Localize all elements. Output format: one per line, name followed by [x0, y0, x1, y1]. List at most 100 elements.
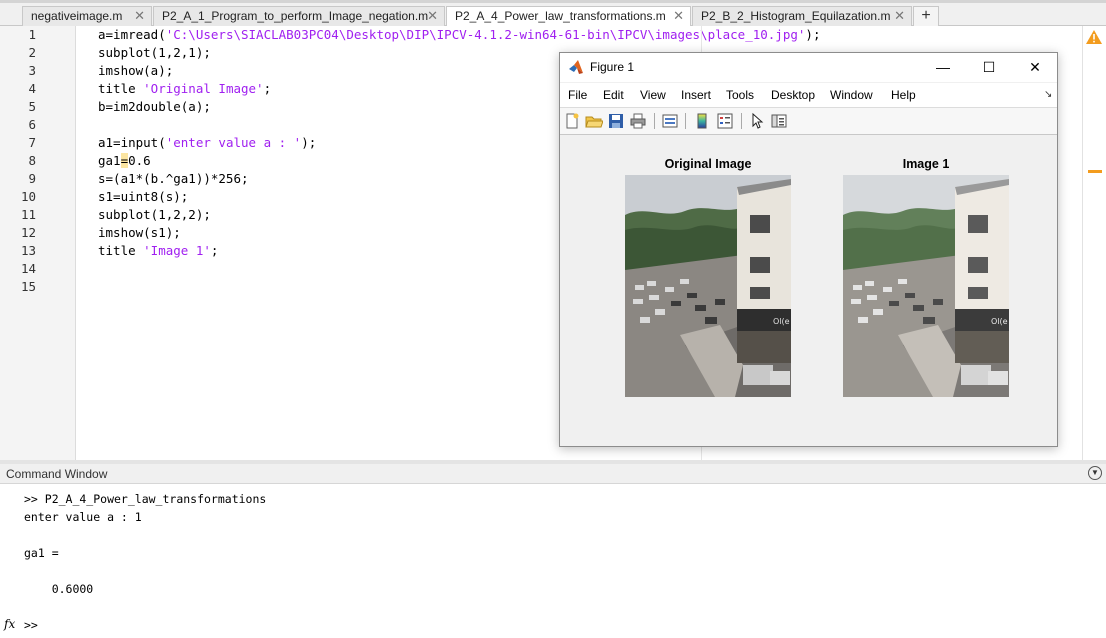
menu-edit[interactable]: Edit: [603, 88, 624, 102]
chevron-down-icon[interactable]: ▼: [1088, 466, 1102, 480]
code-text: a1=input(: [98, 135, 166, 150]
figure-title-bar[interactable]: Figure 1 — ☐ ✕: [560, 53, 1057, 82]
code-text: );: [301, 135, 317, 150]
minimize-button[interactable]: —: [920, 53, 966, 82]
line-number: 10: [20, 189, 36, 204]
code-text: subplot(1,2,1);: [98, 45, 211, 60]
figure-toolbar: [560, 107, 1057, 135]
command-window[interactable]: >> P2_A_4_Power_law_transformations ente…: [0, 484, 1106, 638]
photo-sign-text: Ol(e: [773, 317, 790, 326]
transformed-image[interactable]: Ol(e: [843, 175, 1009, 397]
line-number: 14: [20, 261, 36, 276]
line-number: 12: [20, 225, 36, 240]
link-plot-icon[interactable]: [661, 112, 679, 130]
axes-title-image-1: Image 1: [902, 157, 950, 171]
code-text: s1=uint8(s);: [98, 189, 189, 204]
command-prompt[interactable]: >>: [24, 618, 38, 632]
menu-view[interactable]: View: [640, 88, 666, 102]
function-browser-icon[interactable]: fx: [4, 617, 15, 631]
figure-window[interactable]: Figure 1 — ☐ ✕ File Edit View Insert Too…: [559, 52, 1058, 447]
line-number: 15: [20, 279, 36, 294]
code-text: subplot(1,2,2);: [98, 207, 211, 222]
tab-image-negation[interactable]: P2_A_1_Program_to_perform_Image_negation…: [153, 6, 445, 26]
toolbar-separator: [685, 113, 686, 129]
new-figure-icon[interactable]: [563, 112, 581, 130]
code-line: b=im2double(a);: [98, 99, 211, 114]
menu-tools[interactable]: Tools: [726, 88, 754, 102]
line-number: 8: [28, 153, 36, 168]
matlab-logo-icon: [569, 60, 583, 74]
colorbar-icon[interactable]: [693, 112, 711, 130]
command-window-title: Command Window: [6, 467, 108, 481]
tab-label: P2_B_2_Histogram_Equilazation.m: [701, 9, 891, 23]
line-number: 4: [28, 81, 36, 96]
street-photo-image: Ol(e: [625, 175, 791, 397]
menu-window[interactable]: Window: [830, 88, 873, 102]
cursor-highlight: =: [120, 153, 129, 168]
code-line: title 'Image 1';: [98, 243, 218, 258]
warning-icon[interactable]: [1086, 30, 1102, 44]
figure-menu-bar: File Edit View Insert Tools Desktop Wind…: [560, 83, 1057, 107]
tab-histogram-equalization[interactable]: P2_B_2_Histogram_Equilazation.m ✕: [692, 6, 912, 26]
code-string: 'Image 1': [143, 243, 211, 258]
code-text: title: [98, 81, 144, 96]
code-line: ga1=0.6: [98, 153, 151, 168]
add-tab-button[interactable]: +: [913, 6, 939, 26]
code-text: b=im2double(a);: [98, 99, 211, 114]
warning-marker[interactable]: [1088, 170, 1102, 173]
code-text: imshow(a);: [98, 63, 174, 78]
code-text: ;: [210, 243, 219, 258]
code-line: s=(a1*(b.^ga1))*256;: [98, 171, 249, 186]
code-line: imshow(a);: [98, 63, 173, 78]
command-output-line: >> P2_A_4_Power_law_transformations: [24, 492, 267, 506]
close-tab-icon[interactable]: ✕: [894, 7, 905, 25]
code-text: title: [98, 243, 144, 258]
close-button[interactable]: ✕: [1012, 53, 1058, 82]
close-tab-icon[interactable]: ✕: [673, 7, 684, 25]
command-output-line: ga1 =: [24, 546, 59, 560]
original-image[interactable]: Ol(e: [625, 175, 791, 397]
figure-title: Figure 1: [590, 60, 635, 74]
code-line: a=imread('C:\Users\SIACLAB03PC04\Desktop…: [98, 27, 820, 42]
command-output-line: 0.6000: [24, 582, 94, 596]
tab-power-law-transformations[interactable]: P2_A_4_Power_law_transformations.m ✕: [446, 6, 691, 27]
line-number-gutter: 1 2 3 4 5 6 7 8 9 10 11 12 13 14 15: [0, 26, 76, 460]
code-string: 'enter value a : ': [165, 135, 302, 150]
maximize-button[interactable]: ☐: [966, 53, 1012, 82]
code-string: 'C:\Users\SIACLAB03PC04\Desktop\DIP\IPCV…: [165, 27, 806, 42]
code-line: a1=input('enter value a : ');: [98, 135, 316, 150]
menu-desktop[interactable]: Desktop: [771, 88, 815, 102]
analyzer-strip[interactable]: [1082, 26, 1106, 460]
line-number: 1: [28, 27, 36, 42]
save-icon[interactable]: [607, 112, 625, 130]
legend-icon[interactable]: [716, 112, 734, 130]
editor-tab-bar: negativeimage.m ✕ P2_A_1_Program_to_perf…: [0, 0, 1106, 27]
property-inspector-icon[interactable]: [770, 112, 788, 130]
line-number: 3: [28, 63, 36, 78]
axes-title-original: Original Image: [664, 157, 752, 171]
close-tab-icon[interactable]: ✕: [427, 7, 438, 25]
open-file-icon[interactable]: [585, 112, 603, 130]
close-tab-icon[interactable]: ✕: [134, 7, 145, 25]
code-line: title 'Original Image';: [98, 81, 271, 96]
code-text: 0.6: [128, 153, 151, 168]
tab-negativeimage[interactable]: negativeimage.m ✕: [22, 6, 152, 26]
code-text: );: [805, 27, 821, 42]
line-number: 7: [28, 135, 36, 150]
tab-label: negativeimage.m: [31, 9, 123, 23]
menu-insert[interactable]: Insert: [681, 88, 711, 102]
line-number: 6: [28, 117, 36, 132]
edit-plot-arrow-icon[interactable]: [748, 112, 766, 130]
photo-sign-text: Ol(e: [991, 317, 1008, 326]
line-number: 2: [28, 45, 36, 60]
command-window-header: Command Window ▼: [0, 464, 1106, 484]
menu-file[interactable]: File: [568, 88, 587, 102]
code-text: ;: [263, 81, 272, 96]
print-icon[interactable]: [629, 112, 647, 130]
line-number: 13: [20, 243, 36, 258]
menu-help[interactable]: Help: [891, 88, 916, 102]
tab-bar-top-strip: [0, 0, 1106, 3]
dock-arrow-icon[interactable]: ↘: [1044, 89, 1052, 100]
code-line: subplot(1,2,2);: [98, 207, 211, 222]
code-text: ga1: [98, 153, 121, 168]
